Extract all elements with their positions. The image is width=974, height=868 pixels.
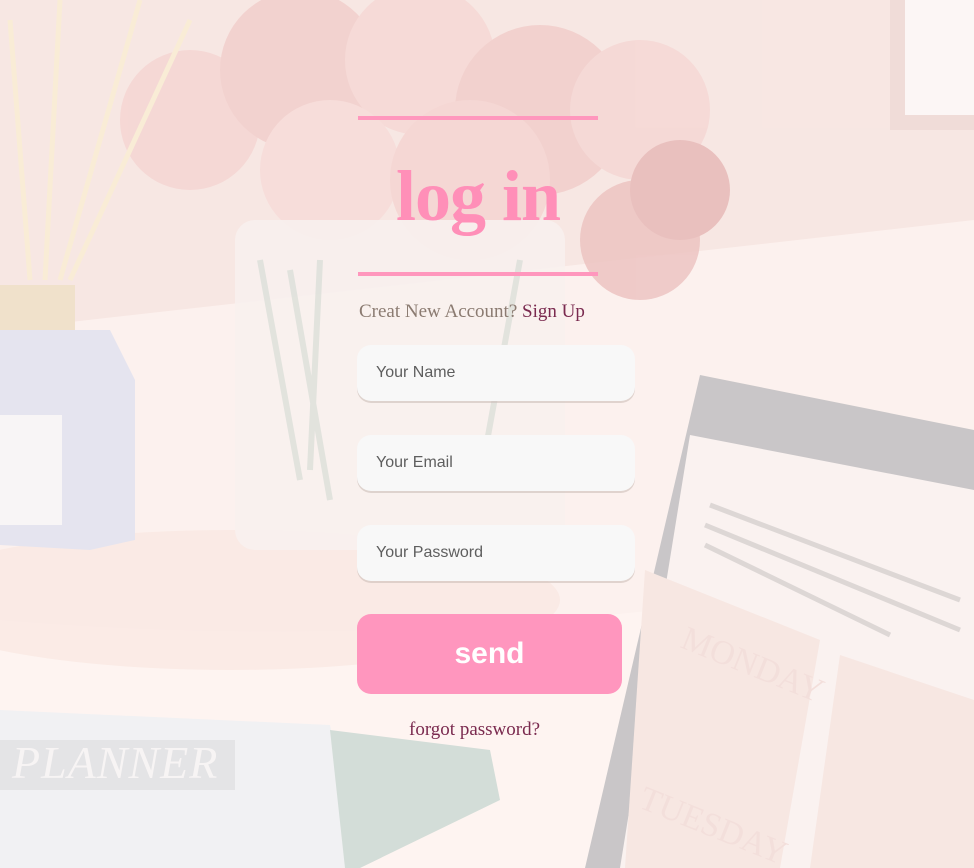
title-divider-top (358, 116, 598, 120)
page-title: log in (395, 156, 561, 236)
signup-prompt-line: Creat New Account? Sign Up (359, 301, 585, 323)
send-button[interactable]: send (357, 614, 622, 694)
forgot-password-link[interactable]: forgot password? (409, 719, 540, 741)
password-field[interactable] (357, 525, 635, 581)
name-field[interactable] (357, 345, 635, 401)
signup-prompt-text: Creat New Account? (359, 301, 518, 322)
email-field[interactable] (357, 435, 635, 491)
title-divider-bottom (358, 272, 598, 276)
signup-link[interactable]: Sign Up (522, 301, 585, 322)
